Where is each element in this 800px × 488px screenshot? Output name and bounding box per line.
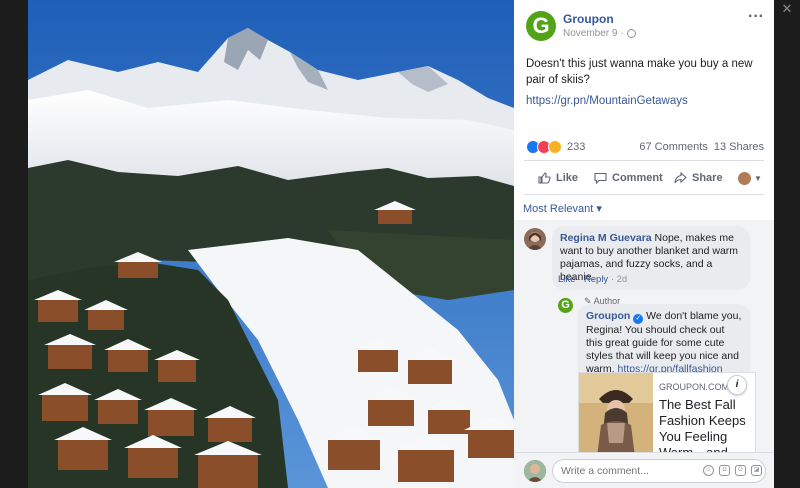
globe-icon[interactable] bbox=[626, 29, 636, 38]
post-link[interactable]: https://gr.pn/MountainGetaways bbox=[526, 95, 688, 107]
comment-label: Comment bbox=[612, 172, 663, 184]
post-header: G Groupon November 9 · ··· bbox=[514, 0, 774, 50]
commenter-avatar[interactable] bbox=[524, 228, 546, 250]
page-name-link[interactable]: Groupon bbox=[563, 12, 614, 26]
info-icon[interactable]: i bbox=[727, 375, 747, 395]
reaction-count[interactable]: 233 bbox=[567, 141, 585, 153]
comment-sort-dropdown[interactable]: Most Relevant ▾ bbox=[523, 202, 602, 215]
post-panel: G Groupon November 9 · ··· Doesn't this … bbox=[514, 0, 774, 488]
composer-tools: ☺ ◘ G ◪ bbox=[703, 465, 762, 476]
gif-icon[interactable]: G bbox=[735, 465, 746, 476]
close-icon[interactable]: ✕ bbox=[780, 2, 794, 16]
comment-reply-link[interactable]: Reply bbox=[584, 274, 608, 285]
page-avatar[interactable]: G bbox=[526, 11, 556, 41]
share-button[interactable]: Share bbox=[674, 172, 723, 184]
ski-resort-image bbox=[28, 0, 514, 488]
more-icon[interactable]: ··· bbox=[748, 8, 764, 26]
reply-avatar[interactable]: G bbox=[558, 298, 573, 313]
like-button[interactable]: Like bbox=[538, 172, 578, 184]
chevron-down-icon: ▼ bbox=[754, 173, 762, 183]
comment-like-link[interactable]: Like bbox=[558, 274, 575, 285]
comments-count[interactable]: 67 Comments bbox=[639, 141, 707, 153]
link-preview-title[interactable]: The Best Fall Fashion Keeps You Feeling … bbox=[659, 397, 753, 452]
post-photo[interactable] bbox=[28, 0, 514, 488]
like-icon bbox=[538, 172, 551, 184]
reaction-identity-selector[interactable]: ▼ bbox=[738, 171, 762, 185]
verified-icon: ✓ bbox=[633, 314, 644, 324]
comment-button[interactable]: Comment bbox=[594, 172, 663, 184]
post-actions: Like Comment Share ▼ bbox=[524, 166, 764, 190]
like-label: Like bbox=[556, 172, 579, 184]
sticker-icon[interactable]: ◪ bbox=[751, 465, 762, 476]
post-date[interactable]: November 9 bbox=[563, 28, 617, 39]
link-preview-domain: GROUPON.COM bbox=[659, 382, 730, 392]
user-avatar bbox=[738, 171, 751, 185]
user-avatar bbox=[524, 460, 546, 482]
comments-section: Regina M Guevara Nope, makes me want to … bbox=[514, 220, 774, 452]
shares-count[interactable]: 13 Shares bbox=[714, 141, 764, 153]
comment-composer: ☺ ◘ G ◪ bbox=[514, 452, 774, 488]
emoji-icon[interactable]: ☺ bbox=[703, 465, 714, 476]
meta-separator: · bbox=[620, 28, 624, 39]
comment-time[interactable]: 2d bbox=[617, 274, 628, 285]
share-icon bbox=[674, 172, 687, 184]
camera-icon[interactable]: ◘ bbox=[719, 465, 730, 476]
divider bbox=[524, 160, 764, 161]
engagement-counts: 67 Comments 13 Shares bbox=[639, 141, 764, 153]
post-meta: November 9 · bbox=[563, 28, 636, 39]
wow-reaction-icon bbox=[548, 140, 562, 154]
comment-author[interactable]: Regina M Guevara bbox=[560, 232, 652, 244]
post-text: Doesn't this just wanna make you buy a n… bbox=[526, 58, 753, 86]
comment-icon bbox=[594, 172, 607, 184]
link-preview-card[interactable]: GROUPON.COM The Best Fall Fashion Keeps … bbox=[578, 372, 756, 452]
reactions-summary[interactable]: 233 bbox=[526, 138, 585, 156]
share-label: Share bbox=[692, 172, 723, 184]
reply-bubble: Groupon ✓ We don't blame you, Regina! Yo… bbox=[578, 304, 750, 382]
divider bbox=[524, 194, 764, 195]
link-preview-thumbnail bbox=[579, 373, 653, 452]
reply-author[interactable]: Groupon bbox=[586, 310, 630, 322]
comment-actions: Like · Reply · 2d bbox=[558, 274, 628, 285]
